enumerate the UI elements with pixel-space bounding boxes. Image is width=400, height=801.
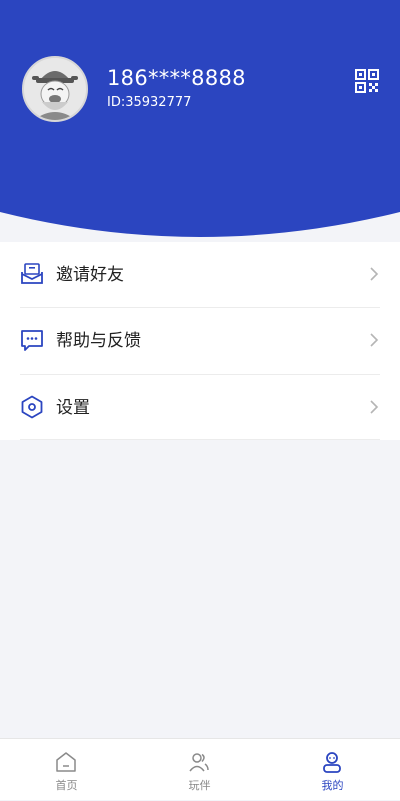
user-id: ID:35932777 [107,95,192,110]
tab-friends[interactable]: 玩伴 [133,739,266,801]
chevron-right-icon [368,399,380,415]
menu-item-help-feedback[interactable]: 帮助与反馈 [0,308,400,374]
menu-item-invite-friends[interactable]: 邀请好友 [0,242,400,308]
user-phone: 186****8888 [107,66,246,90]
bottom-tab-bar: 首页 玩伴 我的 [0,738,400,800]
qr-code-icon [355,69,379,93]
menu-item-label: 邀请好友 [56,265,124,285]
menu-list: 邀请好友 帮助与反馈 设置 [0,242,400,440]
chevron-right-icon [368,266,380,282]
tab-label: 首页 [55,779,78,792]
menu-item-label: 帮助与反馈 [56,331,141,351]
tab-label: 玩伴 [188,779,211,792]
avatar[interactable] [22,56,88,122]
chat-bubble-icon [20,328,44,352]
tab-profile[interactable]: 我的 [266,739,399,801]
tab-home[interactable]: 首页 [0,739,133,801]
settings-hexagon-icon [20,395,44,419]
invite-envelope-icon [20,262,44,286]
profile-header: 186****8888 ID:35932777 [0,0,400,242]
menu-item-label: 设置 [56,398,90,418]
home-icon [55,751,77,773]
friends-icon [188,751,210,773]
chevron-right-icon [368,332,380,348]
tab-label: 我的 [321,779,344,792]
qr-code-button[interactable] [355,69,379,93]
divider [20,439,380,440]
menu-item-settings[interactable]: 设置 [0,375,400,441]
profile-icon [321,751,343,773]
user-avatar-icon [24,58,86,120]
